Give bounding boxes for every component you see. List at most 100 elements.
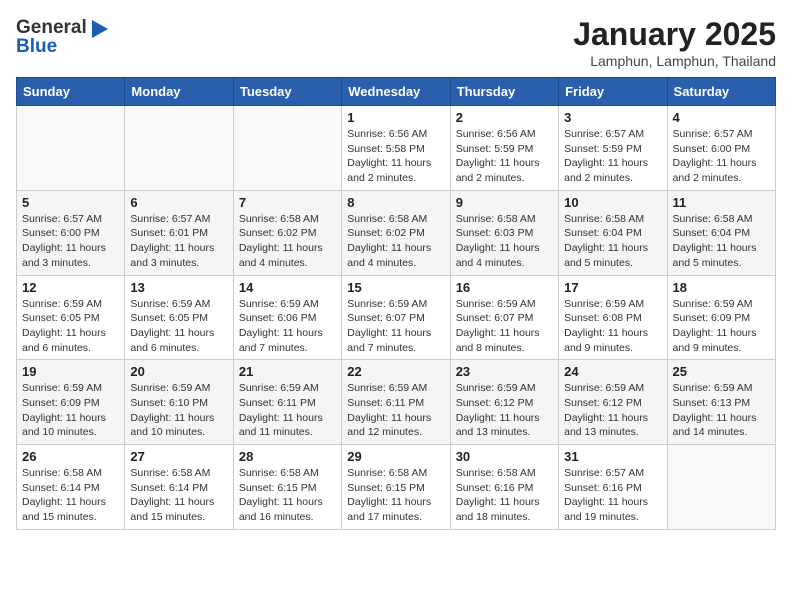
day-info: Sunrise: 6:59 AM Sunset: 6:08 PM Dayligh… (564, 297, 661, 356)
day-number: 6 (130, 195, 227, 210)
calendar-cell (233, 106, 341, 191)
day-number: 19 (22, 364, 119, 379)
day-info: Sunrise: 6:57 AM Sunset: 6:16 PM Dayligh… (564, 466, 661, 525)
day-number: 7 (239, 195, 336, 210)
day-number: 18 (673, 280, 770, 295)
day-info: Sunrise: 6:59 AM Sunset: 6:13 PM Dayligh… (673, 381, 770, 440)
calendar-cell: 11 Sunrise: 6:58 AM Sunset: 6:04 PM Dayli… (667, 190, 775, 275)
day-info: Sunrise: 6:58 AM Sunset: 6:04 PM Dayligh… (564, 212, 661, 271)
day-number: 5 (22, 195, 119, 210)
calendar-cell: 25Sunrise: 6:59 AM Sunset: 6:13 PM Dayli… (667, 360, 775, 445)
calendar-header-friday: Friday (559, 78, 667, 106)
day-info: Sunrise: 6:58 AM Sunset: 6:15 PM Dayligh… (239, 466, 336, 525)
day-number: 14 (239, 280, 336, 295)
calendar-cell: 20 Sunrise: 6:59 AM Sunset: 6:10 PM Dayli… (125, 360, 233, 445)
day-info: Sunrise: 6:57 AM Sunset: 5:59 PM Dayligh… (564, 127, 661, 186)
calendar-cell: 4Sunrise: 6:57 AM Sunset: 6:00 PM Daylig… (667, 106, 775, 191)
calendar-header-monday: Monday (125, 78, 233, 106)
calendar-cell: 22 Sunrise: 6:59 AM Sunset: 6:11 PM Dayli… (342, 360, 450, 445)
day-number: 20 (130, 364, 227, 379)
title-block: January 2025 Lamphun, Lamphun, Thailand (573, 16, 776, 69)
day-info: Sunrise: 6:59 AM Sunset: 6:09 PM Dayligh… (22, 381, 119, 440)
calendar-header-tuesday: Tuesday (233, 78, 341, 106)
calendar-header-saturday: Saturday (667, 78, 775, 106)
day-number: 3 (564, 110, 661, 125)
day-number: 8 (347, 195, 444, 210)
day-number: 16 (456, 280, 553, 295)
calendar-cell: 18Sunrise: 6:59 AM Sunset: 6:09 PM Dayli… (667, 275, 775, 360)
logo-triangle-icon (88, 18, 110, 40)
day-number: 2 (456, 110, 553, 125)
day-number: 9 (456, 195, 553, 210)
calendar-header-thursday: Thursday (450, 78, 558, 106)
calendar-cell (17, 106, 125, 191)
calendar-header-wednesday: Wednesday (342, 78, 450, 106)
page-header: General Blue January 2025 Lamphun, Lamph… (16, 16, 776, 69)
day-info: Sunrise: 6:58 AM Sunset: 6:02 PM Dayligh… (239, 212, 336, 271)
calendar-cell: 3 Sunrise: 6:57 AM Sunset: 5:59 PM Daylig… (559, 106, 667, 191)
day-info: Sunrise: 6:56 AM Sunset: 5:58 PM Dayligh… (347, 127, 444, 186)
day-info: Sunrise: 6:59 AM Sunset: 6:05 PM Dayligh… (22, 297, 119, 356)
day-number: 28 (239, 449, 336, 464)
calendar-cell: 13 Sunrise: 6:59 AM Sunset: 6:05 PM Dayli… (125, 275, 233, 360)
calendar-cell: 16 Sunrise: 6:59 AM Sunset: 6:07 PM Dayli… (450, 275, 558, 360)
day-info: Sunrise: 6:59 AM Sunset: 6:07 PM Dayligh… (456, 297, 553, 356)
day-info: Sunrise: 6:59 AM Sunset: 6:12 PM Dayligh… (564, 381, 661, 440)
day-number: 29 (347, 449, 444, 464)
calendar-cell: 29 Sunrise: 6:58 AM Sunset: 6:15 PM Dayli… (342, 445, 450, 530)
month-title: January 2025 (573, 16, 776, 53)
calendar-week-row: 5Sunrise: 6:57 AM Sunset: 6:00 PM Daylig… (17, 190, 776, 275)
calendar-cell: 19 Sunrise: 6:59 AM Sunset: 6:09 PM Dayli… (17, 360, 125, 445)
day-number: 27 (130, 449, 227, 464)
day-info: Sunrise: 6:58 AM Sunset: 6:15 PM Dayligh… (347, 466, 444, 525)
calendar-header-row: SundayMondayTuesdayWednesdayThursdayFrid… (17, 78, 776, 106)
day-number: 11 (673, 195, 770, 210)
calendar-week-row: 12Sunrise: 6:59 AM Sunset: 6:05 PM Dayli… (17, 275, 776, 360)
day-info: Sunrise: 6:58 AM Sunset: 6:14 PM Dayligh… (130, 466, 227, 525)
day-info: Sunrise: 6:58 AM Sunset: 6:16 PM Dayligh… (456, 466, 553, 525)
calendar-cell: 6 Sunrise: 6:57 AM Sunset: 6:01 PM Daylig… (125, 190, 233, 275)
calendar-cell (667, 445, 775, 530)
calendar-cell: 9Sunrise: 6:58 AM Sunset: 6:03 PM Daylig… (450, 190, 558, 275)
day-info: Sunrise: 6:59 AM Sunset: 6:11 PM Dayligh… (239, 381, 336, 440)
day-info: Sunrise: 6:59 AM Sunset: 6:06 PM Dayligh… (239, 297, 336, 356)
calendar-cell: 28 Sunrise: 6:58 AM Sunset: 6:15 PM Dayli… (233, 445, 341, 530)
day-info: Sunrise: 6:58 AM Sunset: 6:14 PM Dayligh… (22, 466, 119, 525)
day-info: Sunrise: 6:59 AM Sunset: 6:07 PM Dayligh… (347, 297, 444, 356)
day-number: 10 (564, 195, 661, 210)
location-title: Lamphun, Lamphun, Thailand (573, 53, 776, 69)
calendar-cell: 2 Sunrise: 6:56 AM Sunset: 5:59 PM Daylig… (450, 106, 558, 191)
calendar-cell: 15Sunrise: 6:59 AM Sunset: 6:07 PM Dayli… (342, 275, 450, 360)
logo-blue-text: Blue (16, 36, 57, 58)
calendar-cell: 5Sunrise: 6:57 AM Sunset: 6:00 PM Daylig… (17, 190, 125, 275)
day-info: Sunrise: 6:57 AM Sunset: 6:00 PM Dayligh… (673, 127, 770, 186)
day-info: Sunrise: 6:58 AM Sunset: 6:02 PM Dayligh… (347, 212, 444, 271)
calendar-cell: 30Sunrise: 6:58 AM Sunset: 6:16 PM Dayli… (450, 445, 558, 530)
day-number: 24 (564, 364, 661, 379)
calendar-cell: 10 Sunrise: 6:58 AM Sunset: 6:04 PM Dayli… (559, 190, 667, 275)
day-info: Sunrise: 6:57 AM Sunset: 6:01 PM Dayligh… (130, 212, 227, 271)
logo: General Blue (16, 16, 110, 58)
calendar-cell: 1Sunrise: 6:56 AM Sunset: 5:58 PM Daylig… (342, 106, 450, 191)
day-number: 23 (456, 364, 553, 379)
day-number: 13 (130, 280, 227, 295)
calendar-week-row: 26 Sunrise: 6:58 AM Sunset: 6:14 PM Dayli… (17, 445, 776, 530)
calendar-table: SundayMondayTuesdayWednesdayThursdayFrid… (16, 77, 776, 530)
calendar-cell: 12Sunrise: 6:59 AM Sunset: 6:05 PM Dayli… (17, 275, 125, 360)
day-info: Sunrise: 6:59 AM Sunset: 6:05 PM Dayligh… (130, 297, 227, 356)
day-number: 26 (22, 449, 119, 464)
calendar-cell: 24 Sunrise: 6:59 AM Sunset: 6:12 PM Dayli… (559, 360, 667, 445)
day-number: 17 (564, 280, 661, 295)
calendar-week-row: 19 Sunrise: 6:59 AM Sunset: 6:09 PM Dayli… (17, 360, 776, 445)
calendar-cell: 21 Sunrise: 6:59 AM Sunset: 6:11 PM Dayli… (233, 360, 341, 445)
day-info: Sunrise: 6:58 AM Sunset: 6:04 PM Dayligh… (673, 212, 770, 271)
day-info: Sunrise: 6:59 AM Sunset: 6:12 PM Dayligh… (456, 381, 553, 440)
calendar-header-sunday: Sunday (17, 78, 125, 106)
day-number: 21 (239, 364, 336, 379)
day-info: Sunrise: 6:59 AM Sunset: 6:11 PM Dayligh… (347, 381, 444, 440)
day-number: 22 (347, 364, 444, 379)
calendar-cell: 17 Sunrise: 6:59 AM Sunset: 6:08 PM Dayli… (559, 275, 667, 360)
calendar-cell: 31Sunrise: 6:57 AM Sunset: 6:16 PM Dayli… (559, 445, 667, 530)
day-info: Sunrise: 6:56 AM Sunset: 5:59 PM Dayligh… (456, 127, 553, 186)
day-info: Sunrise: 6:59 AM Sunset: 6:10 PM Dayligh… (130, 381, 227, 440)
